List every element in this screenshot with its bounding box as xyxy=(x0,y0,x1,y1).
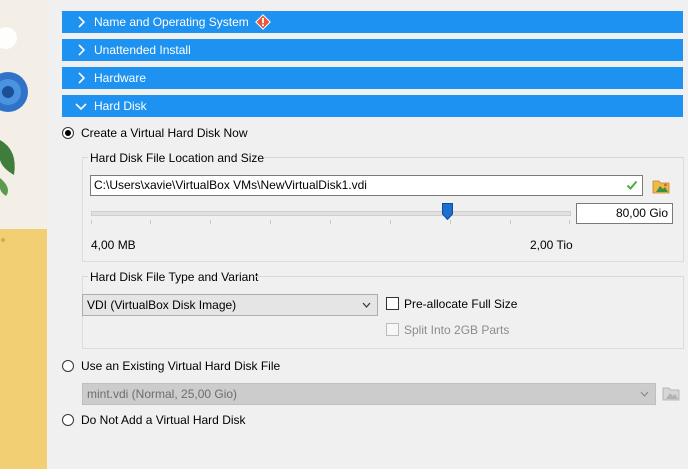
radio-existing-disk-label[interactable]: Use an Existing Virtual Hard Disk File xyxy=(81,359,280,373)
radio-create-disk[interactable] xyxy=(62,127,74,139)
preallocate-checkbox[interactable] xyxy=(386,297,399,310)
slider-tick xyxy=(510,220,511,224)
existing-disk-value: mint.vdi (Normal, 25,00 Gio) xyxy=(87,387,238,401)
slider-tick xyxy=(330,220,331,224)
slider-tick xyxy=(91,220,92,224)
slider-tick xyxy=(450,220,451,224)
section-label: Hard Disk xyxy=(94,99,147,113)
folder-icon[interactable] xyxy=(652,177,670,195)
split-label: Split Into 2GB Parts xyxy=(404,323,510,337)
slider-min-label: 4,00 MB xyxy=(91,238,136,252)
existing-disk-select: mint.vdi (Normal, 25,00 Gio) xyxy=(82,383,656,405)
disk-size-slider-track[interactable] xyxy=(91,211,571,216)
disk-path-field[interactable]: C:\Users\xavie\VirtualBox VMs\NewVirtual… xyxy=(90,175,643,196)
preallocate-label[interactable]: Pre-allocate Full Size xyxy=(404,297,517,311)
radio-no-disk-label[interactable]: Do Not Add a Virtual Hard Disk xyxy=(81,413,246,427)
chevron-right-icon xyxy=(74,43,88,57)
chevron-down-icon xyxy=(74,99,88,113)
slider-tick xyxy=(150,220,151,224)
radio-create-disk-label[interactable]: Create a Virtual Hard Disk Now xyxy=(81,126,248,140)
split-checkbox xyxy=(386,323,399,336)
slider-tick xyxy=(270,220,271,224)
section-name-os[interactable]: Name and Operating System xyxy=(62,11,683,33)
section-label: Unattended Install xyxy=(94,43,191,57)
flower-illustration xyxy=(0,27,28,242)
disk-size-field[interactable]: 80,00 Gio xyxy=(576,203,673,224)
slider-tick xyxy=(390,220,391,224)
disk-size-slider-thumb[interactable] xyxy=(441,203,453,220)
disk-type-select[interactable]: VDI (VirtualBox Disk Image) xyxy=(82,294,378,316)
slider-tick xyxy=(569,220,570,224)
section-unattended-install[interactable]: Unattended Install xyxy=(62,39,683,61)
disk-type-value: VDI (VirtualBox Disk Image) xyxy=(87,298,237,312)
wizard-side-art xyxy=(0,0,47,469)
section-label: Hardware xyxy=(94,71,147,85)
radio-no-disk[interactable] xyxy=(62,414,74,426)
slider-max-label: 2,00 Tio xyxy=(530,238,573,252)
radio-existing-disk[interactable] xyxy=(62,360,74,372)
section-hardware[interactable]: Hardware xyxy=(62,67,683,89)
chevron-right-icon xyxy=(74,71,88,85)
chevron-down-icon xyxy=(640,391,649,397)
warning-icon xyxy=(254,14,271,30)
section-hard-disk[interactable]: Hard Disk xyxy=(62,95,683,117)
check-icon xyxy=(626,180,638,190)
chevron-right-icon xyxy=(74,15,88,29)
chevron-down-icon xyxy=(362,302,371,308)
section-label: Name and Operating System xyxy=(94,15,249,29)
folder-icon xyxy=(662,387,680,401)
slider-tick xyxy=(210,220,211,224)
